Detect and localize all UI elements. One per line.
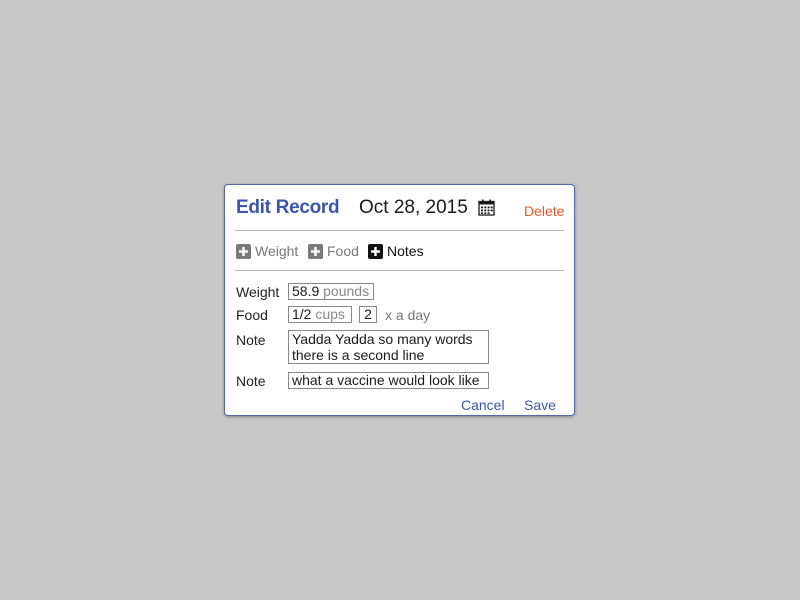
dialog-title: Edit Record <box>236 197 340 218</box>
calendar-icon[interactable] <box>478 199 495 216</box>
divider <box>235 230 564 231</box>
divider <box>235 270 564 271</box>
record-date[interactable]: Oct 28, 2015 <box>359 197 468 219</box>
save-button[interactable]: Save <box>524 397 556 413</box>
note-line: Yadda Yadda so many words <box>292 331 473 347</box>
toggle-weight-label: Weight <box>255 243 299 259</box>
plus-square-icon <box>236 243 251 259</box>
toggle-notes[interactable]: Notes <box>368 243 424 259</box>
food-label: Food <box>236 307 268 323</box>
weight-input[interactable]: 58.9 pounds <box>288 283 374 300</box>
toggle-notes-label: Notes <box>387 243 424 259</box>
food-amount-input[interactable]: 1/2 cups <box>288 306 352 323</box>
note-label: Note <box>236 373 266 389</box>
edit-record-dialog: Edit Record Oct 28, 2015 Delete Weight F… <box>224 184 575 416</box>
note-line: there is a second line <box>292 347 425 363</box>
weight-unit: pounds <box>323 283 370 299</box>
cancel-button[interactable]: Cancel <box>461 397 505 413</box>
food-times-input[interactable]: 2 <box>359 306 377 323</box>
food-amount-unit: cups <box>315 306 345 322</box>
weight-label: Weight <box>236 284 280 300</box>
note-textarea[interactable]: Yadda Yadda so many words there is a sec… <box>288 330 489 364</box>
food-frequency-label: x a day <box>385 307 431 323</box>
toggle-food[interactable]: Food <box>308 243 359 259</box>
plus-square-icon <box>308 243 323 259</box>
plus-square-icon <box>368 243 383 259</box>
toggle-weight[interactable]: Weight <box>236 243 298 259</box>
weight-value: 58.9 <box>292 283 320 299</box>
food-amount-value: 1/2 <box>292 306 312 322</box>
toggle-food-label: Food <box>327 243 359 259</box>
note-input[interactable]: what a vaccine would look like <box>288 372 489 389</box>
note-label: Note <box>236 332 266 348</box>
delete-button[interactable]: Delete <box>524 203 564 219</box>
